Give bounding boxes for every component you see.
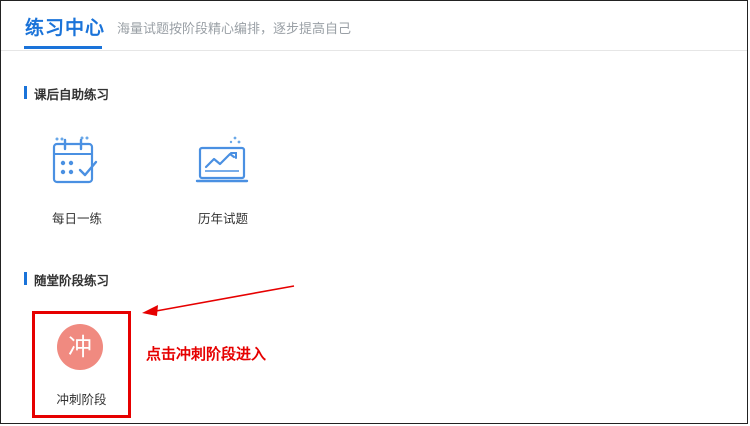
title-underline <box>24 46 102 49</box>
page-subtitle: 海量试题按阶段精心编排，逐步提高自己 <box>117 22 352 37</box>
tile-past-exams[interactable]: 历年试题 <box>195 134 251 227</box>
chart-board-icon <box>195 136 249 183</box>
tile-label: 每日一练 <box>51 211 102 226</box>
section-title-text: 课后自助练习 <box>34 87 110 102</box>
section-title-text: 随堂阶段练习 <box>34 273 110 288</box>
calendar-check-icon <box>52 136 98 184</box>
page-header: 练习中心 海量试题按阶段精心编排，逐步提高自己 <box>1 1 747 51</box>
section-marker <box>24 272 27 285</box>
sprint-stage-tile[interactable]: 冲 冲刺阶段 <box>32 311 131 418</box>
page-title[interactable]: 练习中心 <box>25 13 105 40</box>
tile-daily-practice[interactable]: 每日一练 <box>49 134 105 227</box>
section-marker <box>24 86 27 99</box>
tile-label: 历年试题 <box>197 211 248 226</box>
section-title-after-class: 课后自助练习 <box>24 84 109 103</box>
sprint-stage-icon: 冲 <box>57 324 103 370</box>
tile-label: 冲刺阶段 <box>56 392 107 407</box>
annotation-text: 点击冲刺阶段进入 <box>146 345 267 363</box>
section-title-in-class: 随堂阶段练习 <box>24 270 109 289</box>
